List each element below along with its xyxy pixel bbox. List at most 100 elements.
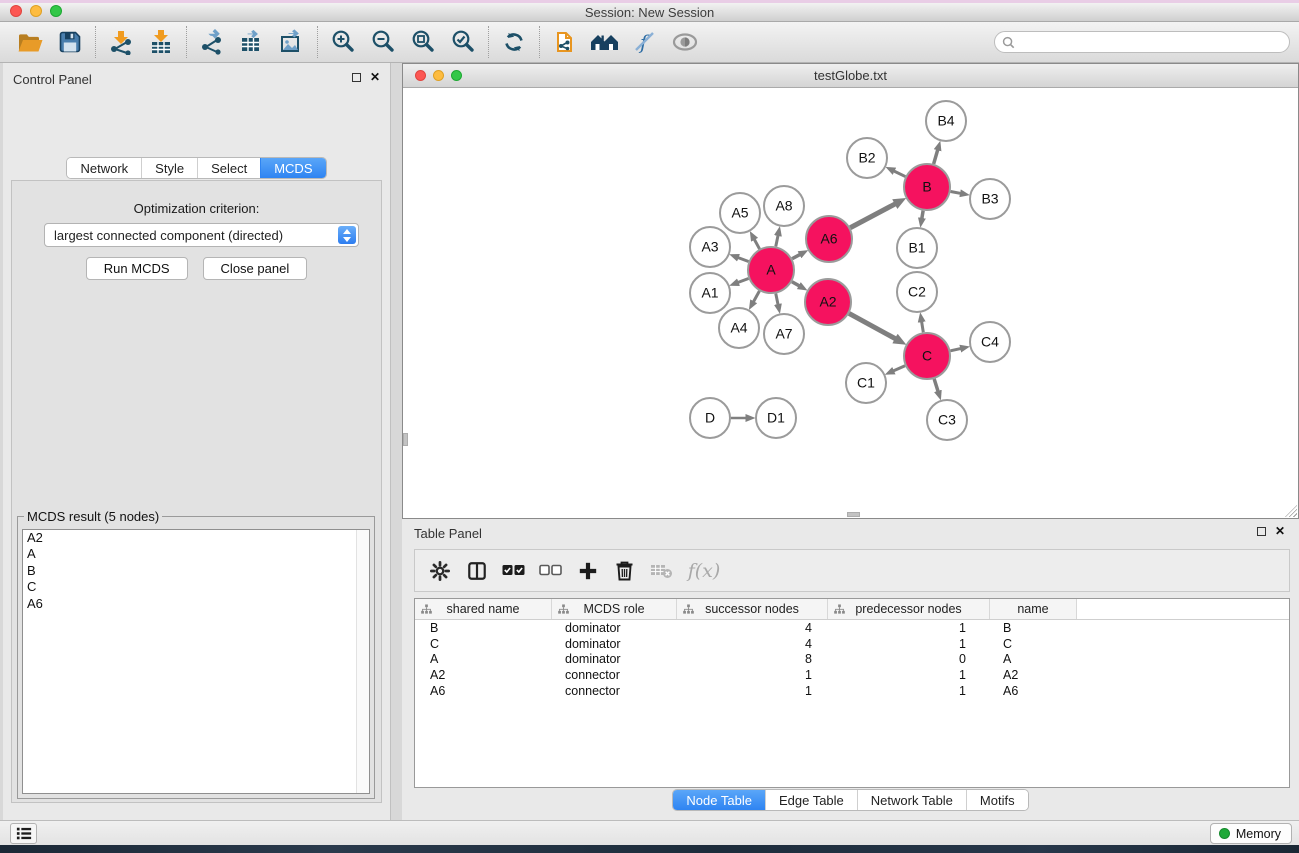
vertical-scrollbar-thumb[interactable] [403, 433, 408, 446]
graph-node-D1[interactable]: D1 [756, 398, 796, 438]
tab-edge-table[interactable]: Edge Table [765, 790, 857, 810]
column-header-mcds-role[interactable]: MCDS role [552, 599, 677, 619]
function-builder-button[interactable]: f(x) [682, 554, 726, 588]
graph-edge-B-B4[interactable] [934, 149, 938, 164]
graph-node-A7[interactable]: A7 [764, 314, 804, 354]
graph-node-B3[interactable]: B3 [970, 179, 1010, 219]
graph-edge-A-A3[interactable] [737, 257, 748, 261]
toggle-graphics-details-button[interactable]: f [625, 24, 665, 60]
apply-layout-button[interactable] [494, 24, 534, 60]
tab-style[interactable]: Style [141, 158, 197, 178]
close-panel-icon[interactable]: ✕ [370, 72, 380, 83]
graph-edge-C-C1[interactable] [893, 366, 906, 372]
zoom-out-button[interactable] [363, 24, 403, 60]
graph-node-B1[interactable]: B1 [897, 228, 937, 268]
save-session-button[interactable] [50, 24, 90, 60]
graph-node-A6[interactable]: A6 [806, 216, 852, 262]
graph-node-C[interactable]: C [904, 333, 950, 379]
graph-edge-C-C2[interactable] [921, 321, 923, 333]
delete-table-button[interactable] [645, 554, 678, 588]
table-row[interactable]: Bdominator41B [415, 620, 1289, 636]
list-scrollbar[interactable] [356, 530, 369, 793]
graph-edge-A6-B[interactable] [850, 203, 896, 227]
graph-node-B[interactable]: B [904, 164, 950, 210]
column-header-name[interactable]: name [990, 599, 1077, 619]
graph-node-B4[interactable]: B4 [926, 101, 966, 141]
table-row[interactable]: A6connector11A6 [415, 683, 1289, 699]
horizontal-scrollbar-thumb[interactable] [847, 512, 860, 517]
zoom-in-button[interactable] [323, 24, 363, 60]
import-table-button[interactable] [141, 24, 181, 60]
graph-edge-C-C3[interactable] [934, 379, 938, 392]
graph-node-B2[interactable]: B2 [847, 138, 887, 178]
mcds-result-item[interactable]: A [23, 546, 369, 562]
export-image-button[interactable] [272, 24, 312, 60]
criterion-dropdown[interactable]: largest connected component (directed) [44, 223, 359, 247]
graph-node-A3[interactable]: A3 [690, 227, 730, 267]
graph-node-D[interactable]: D [690, 398, 730, 438]
duplicate-network-button[interactable] [545, 24, 585, 60]
birds-eye-view-button[interactable] [585, 24, 625, 60]
graph-node-C2[interactable]: C2 [897, 272, 937, 312]
graph-node-A8[interactable]: A8 [764, 186, 804, 226]
graph-node-A5[interactable]: A5 [720, 193, 760, 233]
tab-network-table[interactable]: Network Table [857, 790, 966, 810]
graph-edge-A-A2[interactable] [792, 282, 800, 287]
graph-edge-B-B3[interactable] [951, 191, 962, 193]
search-input[interactable] [1019, 35, 1289, 50]
import-network-button[interactable] [101, 24, 141, 60]
table-row[interactable]: A2connector11A2 [415, 667, 1289, 683]
graph-edge-A-A7[interactable] [776, 294, 778, 306]
graph-edge-A2-C[interactable] [849, 313, 896, 339]
tab-network[interactable]: Network [67, 158, 141, 178]
export-table-button[interactable] [232, 24, 272, 60]
mcds-result-item[interactable]: A2 [23, 530, 369, 546]
graph-node-C4[interactable]: C4 [970, 322, 1010, 362]
graph-edge-A-A6[interactable] [792, 254, 801, 259]
graph-edge-B-B2[interactable] [893, 171, 905, 177]
graph-edge-A-A8[interactable] [776, 234, 778, 246]
memory-button[interactable]: Memory [1210, 823, 1292, 844]
graph-node-A2[interactable]: A2 [805, 279, 851, 325]
column-header-successor-nodes[interactable]: successor nodes [677, 599, 828, 619]
create-column-button[interactable] [571, 554, 604, 588]
select-all-button[interactable] [497, 554, 530, 588]
graph-node-C1[interactable]: C1 [846, 363, 886, 403]
graph-edge-B-B1[interactable] [922, 211, 923, 220]
tab-node-table[interactable]: Node Table [673, 790, 765, 810]
delete-columns-button[interactable] [608, 554, 641, 588]
zoom-fit-button[interactable] [403, 24, 443, 60]
close-table-panel-icon[interactable]: ✕ [1275, 526, 1285, 537]
show-columns-button[interactable] [460, 554, 493, 588]
mcds-result-item[interactable]: B [23, 563, 369, 579]
tab-mcds[interactable]: MCDS [260, 158, 325, 178]
graph-edge-A-A1[interactable] [737, 278, 748, 282]
search-field[interactable] [994, 31, 1290, 53]
export-network-button[interactable] [192, 24, 232, 60]
tab-select[interactable]: Select [197, 158, 260, 178]
open-session-button[interactable] [10, 24, 50, 60]
table-row[interactable]: Cdominator41C [415, 636, 1289, 652]
float-table-panel-icon[interactable] [1257, 527, 1266, 536]
node-table[interactable]: shared nameMCDS rolesuccessor nodesprede… [414, 598, 1290, 788]
show-hide-panels-button[interactable] [665, 24, 705, 60]
graph-node-A[interactable]: A [748, 247, 794, 293]
column-header-predecessor-nodes[interactable]: predecessor nodes [828, 599, 990, 619]
mcds-result-item[interactable]: A6 [23, 596, 369, 612]
graph-node-A1[interactable]: A1 [690, 273, 730, 313]
table-options-button[interactable] [423, 554, 456, 588]
graph-node-C3[interactable]: C3 [927, 400, 967, 440]
graph-node-A4[interactable]: A4 [719, 308, 759, 348]
tab-motifs[interactable]: Motifs [966, 790, 1028, 810]
close-panel-button[interactable]: Close panel [203, 257, 308, 280]
graph-edge-A-A5[interactable] [754, 238, 760, 248]
mcds-result-list[interactable]: A2ABCA6 [22, 529, 370, 794]
zoom-selected-button[interactable] [443, 24, 483, 60]
column-header-shared-name[interactable]: shared name [415, 599, 552, 619]
float-panel-icon[interactable] [352, 73, 361, 82]
graph-edge-C-C4[interactable] [950, 348, 961, 351]
table-row[interactable]: Adominator80A [415, 652, 1289, 668]
run-mcds-button[interactable]: Run MCDS [86, 257, 188, 280]
mcds-result-item[interactable]: C [23, 579, 369, 595]
network-canvas[interactable]: A A1 A2 A3 A4 A5 A6 A7 A8 B B1 B2 B3B4 C C1 C2 C3C4 D D1 [403, 88, 1298, 518]
